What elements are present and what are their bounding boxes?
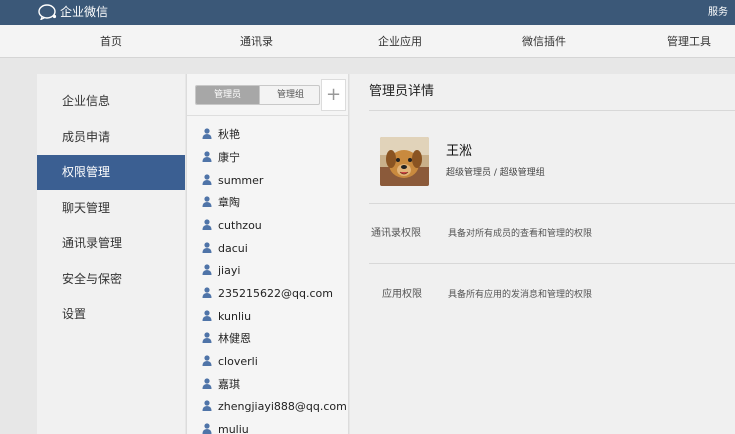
permission-label-apps: 应用权限 <box>382 289 422 300</box>
member-item[interactable]: kunliu <box>202 308 251 326</box>
member-name: kunliu <box>218 310 252 323</box>
person-icon <box>202 355 212 366</box>
permission-label-contacts: 通讯录权限 <box>371 228 421 239</box>
person-icon <box>202 151 212 162</box>
member-item[interactable]: jiayi <box>202 262 240 280</box>
person-icon <box>202 423 212 434</box>
divider <box>369 110 735 111</box>
nav-tools[interactable]: 管理工具 <box>667 34 711 49</box>
service-link[interactable]: 服务 <box>708 6 735 19</box>
member-item[interactable]: 235215622@qq.com <box>202 285 333 303</box>
member-name: 235215622@qq.com <box>218 287 333 300</box>
permission-desc-apps: 具备所有应用的发消息和管理的权限 <box>448 290 593 300</box>
sidebar-item-member-requests[interactable]: 成员申请 <box>37 120 185 155</box>
add-admin-button[interactable]: + <box>321 79 346 111</box>
member-item[interactable]: cuthzou <box>202 217 262 235</box>
person-icon <box>202 264 212 275</box>
app-title: 企业微信 <box>60 5 109 19</box>
divider <box>369 263 735 264</box>
nav-wechat-plugin[interactable]: 微信插件 <box>522 34 566 49</box>
member-name: 康宁 <box>218 151 240 164</box>
member-name: jiayi <box>218 264 241 277</box>
admin-role: 超级管理员 / 超级管理组 <box>446 168 545 178</box>
person-icon <box>202 174 212 185</box>
nav-home[interactable]: 首页 <box>100 34 122 49</box>
main-nav: 首页 通讯录 企业应用 微信插件 管理工具 <box>0 25 735 58</box>
sidebar-item-chat-management[interactable]: 聊天管理 <box>37 191 185 226</box>
list-divider <box>187 115 348 116</box>
member-name: cloverli <box>218 355 258 368</box>
member-name: 嘉琪 <box>218 378 240 391</box>
wechat-work-logo-icon <box>38 4 57 20</box>
member-item[interactable]: 康宁 <box>202 149 240 167</box>
member-name: zhengjiayi888@qq.com <box>218 400 347 413</box>
sidebar-item-settings[interactable]: 设置 <box>37 297 185 332</box>
member-name: cuthzou <box>218 219 262 232</box>
member-item[interactable]: 章陶 <box>202 194 240 212</box>
member-item[interactable]: dacui <box>202 240 248 258</box>
sidebar-item-company-info[interactable]: 企业信息 <box>37 84 185 119</box>
person-icon <box>202 219 212 230</box>
admin-list-panel: 管理员 管理组 + 秋艳 康宁 summer 章陶 cuthzou dacui … <box>186 74 349 434</box>
person-icon <box>202 378 212 389</box>
member-name: 秋艳 <box>218 128 240 141</box>
sidebar-item-permissions[interactable]: 权限管理 <box>37 155 185 190</box>
member-name: muliu <box>218 423 249 434</box>
detail-title: 管理员详情 <box>369 84 435 99</box>
nav-contacts[interactable]: 通讯录 <box>240 34 273 49</box>
member-item[interactable]: zhengjiayi888@qq.com <box>202 398 347 416</box>
sidebar: 企业信息 成员申请 权限管理 聊天管理 通讯录管理 安全与保密 设置 <box>37 74 185 434</box>
admin-tab-switch: 管理员 管理组 <box>195 85 320 105</box>
person-icon <box>202 287 212 298</box>
member-item[interactable]: summer <box>202 172 263 190</box>
sidebar-item-security[interactable]: 安全与保密 <box>37 262 185 297</box>
member-item[interactable]: 秋艳 <box>202 126 240 144</box>
sidebar-item-contacts-management[interactable]: 通讯录管理 <box>37 226 185 261</box>
member-name: summer <box>218 174 264 187</box>
member-name: 林健恩 <box>218 332 251 345</box>
member-name: dacui <box>218 242 248 255</box>
person-icon <box>202 242 212 253</box>
nav-apps[interactable]: 企业应用 <box>378 34 422 49</box>
person-icon <box>202 310 212 321</box>
person-icon <box>202 400 212 411</box>
permission-desc-contacts: 具备对所有成员的查看和管理的权限 <box>448 229 593 239</box>
tab-admins[interactable]: 管理员 <box>196 86 259 104</box>
top-header: 企业微信 服务 <box>0 0 735 25</box>
member-item[interactable]: muliu <box>202 421 249 434</box>
avatar <box>380 137 429 186</box>
admin-name: 王淞 <box>446 144 473 159</box>
member-item[interactable]: cloverli <box>202 353 258 371</box>
member-name: 章陶 <box>218 196 240 209</box>
divider <box>369 203 735 204</box>
member-item[interactable]: 林健恩 <box>202 330 251 348</box>
tab-admin-groups[interactable]: 管理组 <box>259 86 319 104</box>
person-icon <box>202 332 212 343</box>
person-icon <box>202 196 212 207</box>
admin-detail-panel: 管理员详情 王淞 超级管理员 / 超级管理组 通讯录权限 具备对所有成员的查看和… <box>350 74 735 434</box>
member-item[interactable]: 嘉琪 <box>202 376 240 394</box>
person-icon <box>202 128 212 139</box>
